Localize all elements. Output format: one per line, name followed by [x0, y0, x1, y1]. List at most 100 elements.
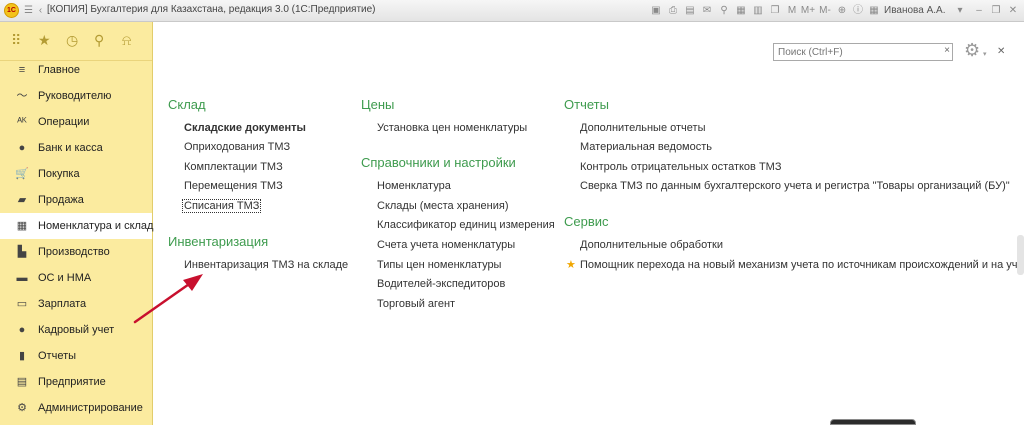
restore-icon[interactable]: ❐ — [990, 3, 1002, 19]
minimize-icon[interactable]: – — [973, 3, 985, 19]
section-panel: × ⚙ ▾ ✕ Склад Складские документы Оприхо… — [153, 22, 1024, 425]
link-transfers[interactable]: Перемещения ТМЗ — [184, 180, 283, 192]
info-icon[interactable]: ⓘ — [852, 3, 864, 19]
link-reconciliation[interactable]: Сверка ТМЗ по данным бухгалтерского учет… — [580, 180, 1010, 192]
link-additional-processing[interactable]: Дополнительные обработки — [580, 239, 723, 251]
sidebar-item-label: ОС и НМА — [38, 272, 92, 284]
link-inventory-at-warehouse[interactable]: Инвентаризация ТМЗ на складе — [184, 259, 348, 271]
window-titlebar: 1С ☰ ‹ [КОПИЯ] Бухгалтерия для Казахстан… — [0, 0, 1024, 22]
sidebar-item[interactable]: ● Банк и касса — [0, 135, 152, 161]
sidebar-item-label: Операции — [38, 116, 90, 128]
memory-plus-button[interactable]: M+ — [800, 3, 816, 19]
user-menu-chevron-icon[interactable]: ▾ — [955, 3, 965, 19]
sidebar-item-label: Номенклатура и склад — [38, 220, 154, 232]
search-input[interactable] — [778, 45, 936, 59]
sidebar-item-label: Отчеты — [38, 350, 77, 362]
group-title-prices: Цены — [361, 97, 395, 112]
wallet-icon: ▭ — [16, 298, 28, 310]
link-icon[interactable]: ⚲ — [718, 3, 730, 19]
link-migration-assistant[interactable]: Помощник перехода на новый механизм учет… — [580, 259, 1020, 271]
cart-icon: 🛒 — [15, 168, 29, 180]
sidebar-item[interactable]: ▦ Номенклатура и склад — [0, 213, 154, 239]
copy-icon[interactable]: ❐ — [769, 3, 781, 19]
sidebar-item[interactable]: ▮ Отчеты — [0, 343, 152, 369]
sidebar-item-label: Покупка — [38, 168, 80, 180]
search-icon[interactable]: ⚲ — [94, 32, 104, 49]
sidebar-item[interactable]: ▙ Производство — [0, 239, 152, 265]
link-assemblies[interactable]: Комплектации ТМЗ — [184, 161, 283, 173]
calculator-icon[interactable]: ▥ — [752, 3, 764, 19]
sidebar-item-label: Администрирование — [38, 402, 143, 414]
sidebar-item-label: Главное — [38, 64, 81, 76]
warehouse-icon: ▦ — [16, 220, 28, 232]
sidebar-item-label: Банк и касса — [38, 142, 103, 154]
group-title-references: Справочники и настройки — [361, 155, 516, 170]
memory-minus-button[interactable]: M- — [817, 3, 833, 19]
sidebar-item[interactable]: ▰ Продажа — [0, 187, 152, 213]
link-negative-balance-control[interactable]: Контроль отрицательных остатков ТМЗ — [580, 161, 781, 173]
sidebar-item-label: Производство — [38, 246, 110, 258]
link-set-prices[interactable]: Установка цен номенклатуры — [377, 122, 527, 134]
sidebar-item[interactable]: ▭ Зарплата — [0, 291, 152, 317]
sidebar-item[interactable]: ▤ Предприятие — [0, 369, 152, 395]
sidebar-item[interactable]: ● Кадровый учет — [0, 317, 152, 343]
bank-coin-icon: ● — [18, 142, 26, 154]
history-icon[interactable]: ◷ — [66, 32, 78, 49]
sidebar-item-label: Кадровый учет — [38, 324, 115, 336]
settings-gear-icon[interactable]: ⚙ — [964, 40, 980, 61]
link-nomenclature[interactable]: Номенклатура — [377, 180, 451, 192]
taskbar-window-thumbnail — [830, 419, 916, 425]
back-icon[interactable]: ‹ — [34, 4, 47, 17]
building-icon: ▤ — [16, 376, 28, 388]
group-title-reports: Отчеты — [564, 97, 609, 112]
sidebar-item-label: Зарплата — [38, 298, 87, 310]
sidebar-item-label: Продажа — [38, 194, 84, 206]
save-icon[interactable]: ▣ — [650, 3, 662, 19]
close-panel-icon[interactable]: ✕ — [997, 46, 1005, 57]
app-logo-icon: 1С — [4, 3, 19, 18]
trend-chart-icon: 〜 — [16, 90, 28, 102]
link-receipts[interactable]: Оприходования ТМЗ — [184, 141, 290, 153]
menu-lines-icon: ≡ — [18, 64, 26, 76]
bell-icon[interactable]: ⍾ — [122, 32, 131, 49]
sidebar-item[interactable]: ᴬᴷ Операции — [0, 109, 152, 135]
link-write-offs[interactable]: Списания ТМЗ — [182, 199, 262, 213]
group-title-service: Сервис — [564, 214, 609, 229]
star-icon[interactable]: ★ — [38, 32, 51, 49]
sidebar-toolbar: ⠿ ★ ◷ ⚲ ⍾ — [0, 22, 152, 61]
clear-search-icon[interactable]: × — [944, 45, 950, 56]
favorite-star-icon: ★ — [566, 259, 576, 271]
link-warehouses[interactable]: Склады (места хранения) — [377, 200, 509, 212]
link-price-types[interactable]: Типы цен номенклатуры — [377, 259, 501, 271]
preview-icon[interactable]: ▤ — [684, 3, 696, 19]
memory-m-button[interactable]: M — [785, 3, 799, 19]
window-title: [КОПИЯ] Бухгалтерия для Казахстана, реда… — [47, 4, 376, 15]
sidebar-item[interactable]: 〜 Руководителю — [0, 83, 152, 109]
vertical-scrollbar[interactable] — [1017, 235, 1024, 275]
calendar-icon[interactable]: ▦ — [735, 3, 747, 19]
bar-chart-icon: ▮ — [18, 350, 26, 362]
group-title-inventory: Инвентаризация — [168, 234, 269, 249]
zoom-icon[interactable]: ⊕ — [836, 3, 848, 19]
mail-icon[interactable]: ✉ — [701, 3, 713, 19]
group-title-sklad: Склад — [168, 97, 206, 112]
sidebar-item[interactable]: ≡ Главное — [0, 57, 152, 83]
link-warehouse-documents[interactable]: Складские документы — [184, 122, 306, 134]
sidebar-item[interactable]: ▬ ОС и НМА — [0, 265, 152, 291]
apps-grid-icon[interactable]: ⠿ — [11, 32, 21, 49]
link-accounts[interactable]: Счета учета номенклатуры — [377, 239, 515, 251]
settings-chevron-down-icon[interactable]: ▾ — [983, 50, 987, 58]
print-icon[interactable]: ⎙ — [667, 3, 679, 19]
close-window-icon[interactable]: ✕ — [1007, 3, 1019, 19]
search-box[interactable]: × — [773, 43, 953, 61]
gear-icon: ⚙ — [17, 402, 27, 414]
link-material-statement[interactable]: Материальная ведомость — [580, 141, 712, 153]
link-drivers[interactable]: Водителей-экспедиторов — [377, 278, 505, 290]
grid-icon[interactable]: ▦ — [868, 3, 880, 19]
link-sales-agent[interactable]: Торговый агент — [377, 298, 455, 310]
sidebar-item[interactable]: ⚙ Администрирование — [0, 395, 152, 421]
link-additional-reports[interactable]: Дополнительные отчеты — [580, 122, 705, 134]
link-units-classifier[interactable]: Классификатор единиц измерения — [377, 219, 555, 231]
current-user[interactable]: Иванова А.А. — [884, 3, 954, 19]
sidebar-item[interactable]: 🛒 Покупка — [0, 161, 152, 187]
